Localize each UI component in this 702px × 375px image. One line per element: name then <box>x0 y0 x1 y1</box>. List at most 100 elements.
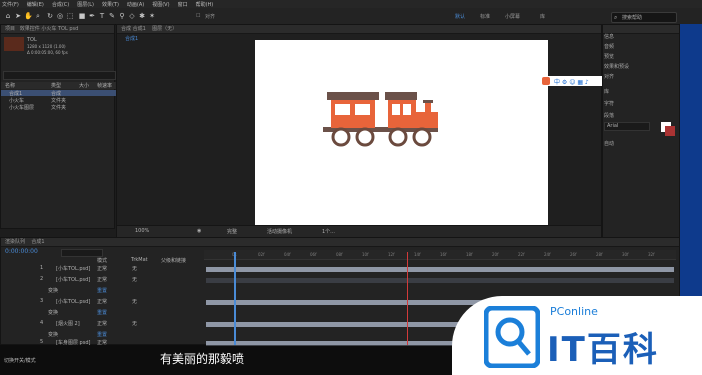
home-icon[interactable]: ⌂ <box>4 12 12 20</box>
workspace-small[interactable]: 小屏幕 <box>505 13 520 20</box>
layer-parent[interactable]: 无 <box>132 276 137 283</box>
panel-preview[interactable]: 预览 <box>604 53 614 60</box>
menu-view[interactable]: 视图(V) <box>152 1 169 8</box>
layer-parent[interactable]: 无 <box>132 298 137 305</box>
list-item-selected[interactable]: 合成1 合成 <box>1 90 116 97</box>
layer-row[interactable]: 3 [小车TOL.psd] 正常 无 <box>0 298 200 307</box>
brush-tool-icon[interactable]: ✎ <box>108 12 116 20</box>
layer-parent[interactable]: 无 <box>132 320 137 327</box>
list-item[interactable]: 小火车图层 文件夹 <box>1 104 116 111</box>
puppet-pin-icon[interactable]: ✶ <box>148 12 156 20</box>
col-type[interactable]: 类型 <box>51 82 61 89</box>
layer-mode[interactable]: 正常 <box>97 298 107 305</box>
col-rate[interactable]: 帧速率 <box>97 82 112 89</box>
composition-canvas[interactable] <box>255 40 548 225</box>
camera-tool-icon[interactable]: ◎ <box>56 12 64 20</box>
layer-mode[interactable]: 正常 <box>97 320 107 327</box>
panel-character[interactable]: 字符 <box>604 100 614 107</box>
zoom-level[interactable]: 100% <box>135 228 149 234</box>
col-name[interactable]: 名称 <box>5 82 15 89</box>
menu-help[interactable]: 帮助(H) <box>196 1 214 8</box>
rotate-tool-icon[interactable]: ↻ <box>46 12 54 20</box>
panel-paragraph[interactable]: 段落 <box>604 112 614 119</box>
menu-layer[interactable]: 图层(L) <box>77 1 94 8</box>
engine-roof <box>385 92 417 100</box>
vertical-scrollbar[interactable] <box>680 24 702 299</box>
ime-tools-icon[interactable]: 中 ⚙ ☺ ▦ ♪ <box>554 77 589 86</box>
hand-tool-icon[interactable]: ✋ <box>24 12 33 20</box>
camera-snapshot-icon[interactable]: ◉ <box>197 228 201 234</box>
col-parent: 父级和链接 <box>161 258 187 264</box>
layer-mode[interactable]: 正常 <box>97 276 107 283</box>
leading-value[interactable]: 自动 <box>604 140 614 147</box>
rectangle-tool-icon[interactable]: ■ <box>78 12 86 20</box>
workspace-default[interactable]: 默认 <box>455 13 465 20</box>
car-window <box>355 104 370 115</box>
layer-number: 1 <box>40 265 44 271</box>
menu-effect[interactable]: 效果(T) <box>102 1 119 8</box>
col-size[interactable]: 大小 <box>79 82 89 89</box>
ruler-tick: 14f <box>414 252 421 257</box>
camera-select[interactable]: 活动摄像机 <box>267 228 292 235</box>
panel-effects-presets[interactable]: 效果和预设 <box>604 63 629 70</box>
panel-align[interactable]: 对齐 <box>604 73 614 80</box>
reset-link[interactable]: 重置 <box>97 287 107 294</box>
timecode[interactable]: 0:00:00:00 <box>5 248 38 255</box>
comp-breadcrumb[interactable]: 合成1 <box>125 35 138 42</box>
selection-tool-icon[interactable]: ➤ <box>14 12 22 20</box>
transform-row[interactable]: 变换 重置 <box>0 287 200 296</box>
layer-track-bar[interactable] <box>206 267 674 272</box>
stroke-color-swatch[interactable] <box>665 126 675 136</box>
workspace-standard[interactable]: 标准 <box>480 13 490 20</box>
timeline-search-input[interactable] <box>61 249 103 257</box>
col-mode: 模式 <box>97 258 108 264</box>
resolution-select[interactable]: 完整 <box>227 228 237 235</box>
panel-info[interactable]: 信息 <box>604 33 614 40</box>
layer-mode[interactable]: 正常 <box>97 265 107 272</box>
reset-link[interactable]: 重置 <box>97 331 107 338</box>
layer-row[interactable]: 1 [小车TOL.psd] 正常 无 <box>0 265 200 274</box>
pen-tool-icon[interactable]: ✒ <box>88 12 96 20</box>
reset-link[interactable]: 重置 <box>97 309 107 316</box>
menu-window[interactable]: 窗口 <box>178 1 188 8</box>
ime-logo-icon <box>542 77 550 85</box>
panel-libraries[interactable]: 库 <box>604 88 609 95</box>
pan-behind-tool-icon[interactable]: ⬚ <box>66 12 74 20</box>
views-select[interactable]: 1个... <box>322 228 335 235</box>
menu-animation[interactable]: 动画(A) <box>127 1 144 8</box>
project-item-name: TOL <box>27 37 37 43</box>
eraser-tool-icon[interactable]: ◇ <box>128 12 136 20</box>
transform-row[interactable]: 变换 重置 <box>0 309 200 318</box>
tab-comp-timeline[interactable]: 合成1 <box>31 239 44 245</box>
help-search-input[interactable]: ⌕ 搜索帮助 <box>611 12 677 23</box>
project-columns: 名称 类型 大小 帧速率 <box>1 82 116 89</box>
layer-track-bar[interactable] <box>206 278 674 283</box>
clone-stamp-icon[interactable]: ⚲ <box>118 12 126 20</box>
layer-row[interactable]: 2 [小车TOL.psd] 正常 无 <box>0 276 200 285</box>
tab-render-queue[interactable]: 渲染队列 <box>5 239 25 245</box>
ruler-tick: 04f <box>284 252 291 257</box>
tab-composition[interactable]: 合成 合成1 <box>121 26 146 32</box>
menu-edit[interactable]: 编辑(E) <box>27 1 44 8</box>
tab-project[interactable]: 项目 <box>5 26 15 32</box>
list-item[interactable]: 小火车 文件夹 <box>1 97 116 104</box>
zoom-tool-icon[interactable]: ⌕ <box>34 12 42 20</box>
timeline-footer[interactable]: 切换开关/模式 <box>4 357 36 364</box>
project-search-input[interactable] <box>3 71 116 80</box>
ruler-tick: 10f <box>362 252 369 257</box>
type-tool-icon[interactable]: T <box>98 12 106 20</box>
panel-audio[interactable]: 音频 <box>604 43 614 50</box>
menu-file[interactable]: 文件(F) <box>2 1 19 8</box>
layer-row[interactable]: 4 [烟火图 2] 正常 无 <box>0 320 200 329</box>
tab-effect-controls[interactable]: 效果控件 小火车 TOL psd <box>20 26 79 32</box>
work-area-start[interactable] <box>234 252 236 345</box>
roto-brush-icon[interactable]: ✱ <box>138 12 146 20</box>
tab-layer[interactable]: 图层（无） <box>152 26 177 32</box>
ruler-tick: 32f <box>648 252 655 257</box>
layer-parent[interactable]: 无 <box>132 265 137 272</box>
snap-checkbox[interactable]: ☐ <box>196 13 200 19</box>
menu-composition[interactable]: 合成(C) <box>52 1 69 8</box>
workspace-library[interactable]: 库 <box>540 13 545 20</box>
playhead[interactable] <box>407 252 408 345</box>
font-select[interactable]: Arial <box>604 122 650 131</box>
